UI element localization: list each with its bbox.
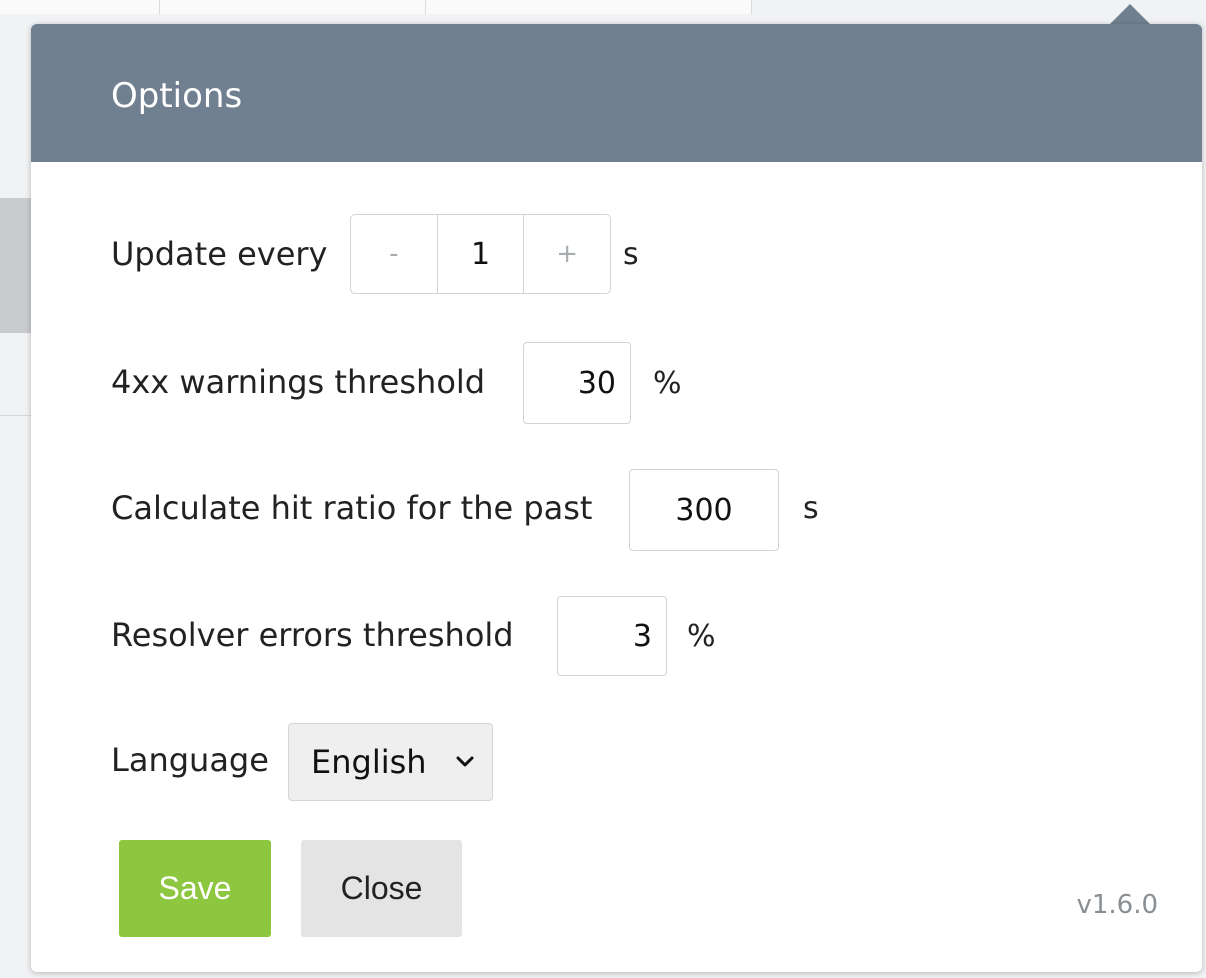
language-label: Language	[111, 741, 269, 779]
decrement-button[interactable]: -	[351, 215, 438, 293]
warnings-4xx-unit: %	[653, 366, 682, 401]
background-divider	[0, 415, 31, 416]
background-header-cell	[160, 0, 426, 14]
hit-ratio-label: Calculate hit ratio for the past	[111, 489, 593, 527]
hit-ratio-input[interactable]: 300	[629, 469, 779, 551]
warnings-4xx-label: 4xx warnings threshold	[111, 363, 486, 401]
version-label: v1.6.0	[1076, 890, 1158, 920]
save-button[interactable]: Save	[119, 840, 271, 937]
resolver-errors-input[interactable]: 3	[557, 596, 667, 676]
resolver-errors-unit: %	[687, 619, 716, 654]
background-scrollbar	[0, 198, 31, 333]
chevron-down-icon	[456, 756, 474, 767]
popup-pointer-arrow	[1110, 4, 1150, 24]
warnings-4xx-input[interactable]: 30	[523, 342, 631, 424]
update-interval-unit: s	[623, 237, 639, 272]
update-interval-stepper: - 1 +	[350, 214, 611, 294]
update-interval-value[interactable]: 1	[438, 215, 525, 293]
language-selected-value: English	[311, 743, 427, 781]
resolver-errors-label: Resolver errors threshold	[111, 616, 514, 654]
options-popup: Options Update every - 1 + s 4xx warning…	[31, 24, 1202, 972]
hit-ratio-unit: s	[803, 491, 819, 526]
popup-title: Options	[111, 76, 243, 116]
language-select[interactable]: English	[288, 723, 493, 801]
background-header-cell	[0, 0, 160, 14]
popup-header: Options	[31, 24, 1202, 162]
background-header-cell	[426, 0, 752, 14]
close-button[interactable]: Close	[301, 840, 462, 937]
update-every-label: Update every	[111, 235, 328, 273]
increment-button[interactable]: +	[524, 215, 610, 293]
